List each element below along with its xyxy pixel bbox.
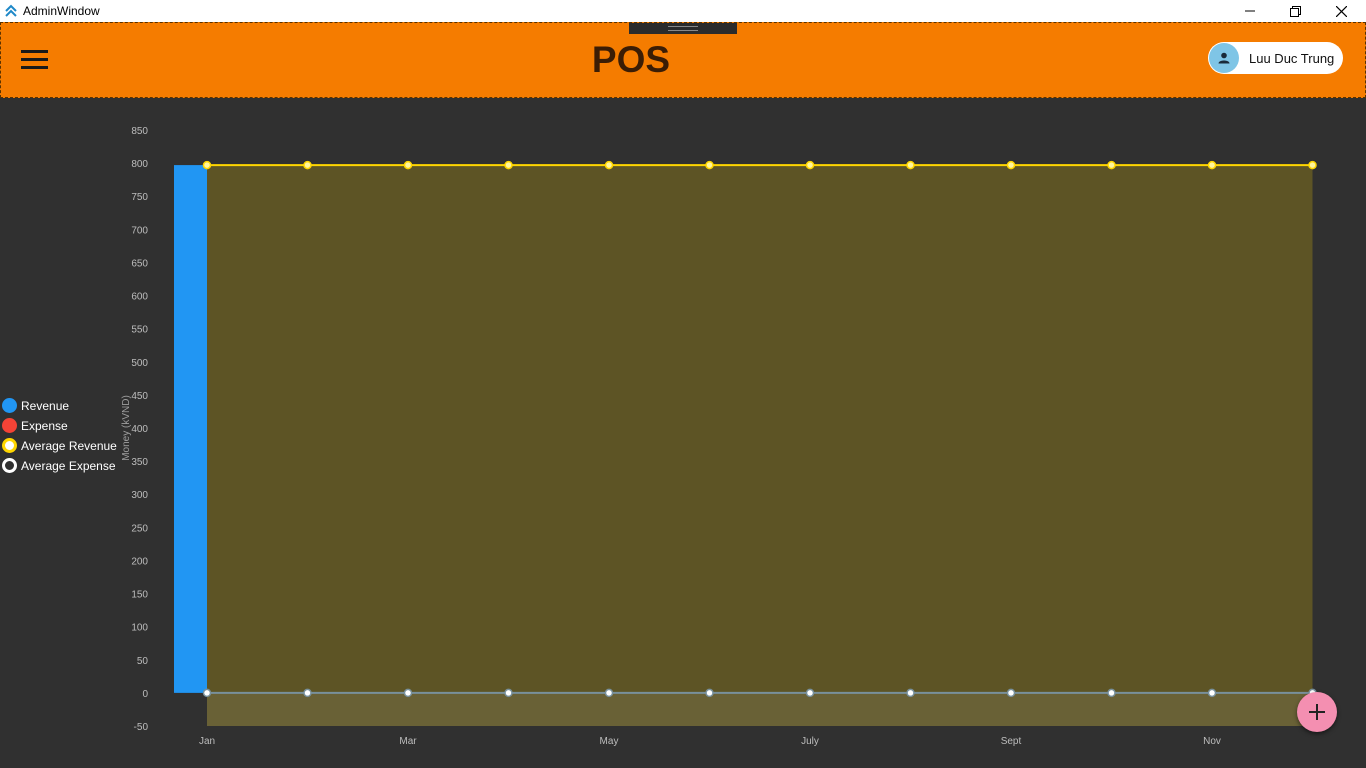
y-tick-label: 0	[142, 689, 148, 700]
y-tick-label: 300	[131, 490, 148, 501]
point-average-expense	[1207, 688, 1217, 698]
minimize-icon	[1245, 10, 1255, 12]
point-average-revenue	[805, 160, 815, 170]
hamburger-menu-icon	[21, 50, 48, 69]
drag-handle[interactable]	[629, 23, 737, 34]
x-tick-label: Mar	[399, 736, 417, 747]
chevrons-up-icon	[5, 4, 17, 17]
app-header: POS Luu Duc Trung	[0, 22, 1366, 98]
y-tick-label: 600	[131, 292, 148, 303]
point-average-revenue	[906, 160, 915, 170]
point-average-revenue	[1308, 160, 1317, 170]
restore-icon	[1289, 5, 1301, 17]
restore-button[interactable]	[1272, 0, 1318, 22]
y-tick-label: 800	[131, 159, 148, 170]
point-average-revenue	[303, 160, 312, 170]
y-tick-label: 450	[131, 391, 148, 402]
point-average-expense	[805, 688, 815, 698]
x-tick-label: Jan	[199, 736, 215, 747]
y-tick-label: 150	[131, 590, 148, 601]
point-average-revenue	[604, 160, 614, 170]
y-tick-label: 500	[131, 358, 148, 369]
x-tick-label: July	[801, 736, 819, 747]
point-average-expense	[705, 688, 714, 698]
point-average-expense	[303, 688, 312, 698]
point-average-revenue	[705, 160, 714, 170]
y-tick-label: 700	[131, 225, 148, 236]
point-average-revenue	[1107, 160, 1116, 170]
x-tick-label: Sept	[1001, 736, 1022, 747]
y-tick-label: 100	[131, 623, 148, 634]
point-average-expense	[202, 688, 212, 698]
y-tick-label: 650	[131, 258, 148, 269]
y-tick-label: 550	[131, 325, 148, 336]
x-tick-label: Nov	[1203, 736, 1221, 747]
plus-icon	[1309, 704, 1325, 720]
revenue-expense-chart: 8508007507006506005505004504003503002502…	[121, 126, 1317, 747]
hamburger-menu-button[interactable]	[19, 48, 51, 72]
area-average-expense	[207, 692, 1313, 726]
point-average-expense	[504, 688, 513, 698]
point-average-expense	[604, 688, 614, 698]
point-average-expense	[1006, 688, 1016, 698]
x-tick-label: May	[600, 736, 619, 747]
add-button[interactable]	[1297, 692, 1337, 732]
area-average-revenue	[207, 165, 1313, 726]
point-average-expense	[1107, 688, 1116, 698]
close-button[interactable]	[1318, 0, 1364, 22]
minimize-button[interactable]	[1227, 0, 1273, 22]
y-tick-label: 400	[131, 424, 148, 435]
point-average-revenue	[1207, 160, 1217, 170]
y-tick-label: 350	[131, 457, 148, 468]
point-average-revenue	[202, 160, 212, 170]
window-title: AdminWindow	[23, 4, 100, 18]
y-tick-label: 750	[131, 192, 148, 203]
avatar	[1209, 43, 1239, 73]
point-average-expense	[906, 688, 915, 698]
point-average-revenue	[1006, 160, 1016, 170]
chart-bars	[174, 165, 207, 693]
y-axis-labels: 8508007507006506005505004504003503002502…	[131, 126, 148, 733]
person-icon	[1218, 52, 1230, 64]
chart-area-fills	[207, 165, 1313, 726]
x-axis-labels: Jan Mar May July Sept Nov	[199, 736, 1221, 747]
point-average-revenue	[504, 160, 513, 170]
close-icon	[1335, 5, 1347, 17]
point-average-expense	[403, 688, 413, 698]
page-title: POS	[591, 39, 671, 80]
window-title-bar: AdminWindow	[0, 0, 1366, 22]
bar-revenue-jan	[174, 165, 207, 693]
y-tick-label: 50	[137, 656, 149, 667]
y-axis-title: Money (kVND)	[121, 395, 132, 461]
y-tick-label: -50	[134, 722, 149, 733]
point-average-revenue	[403, 160, 413, 170]
y-tick-label: 200	[131, 556, 148, 567]
y-tick-label: 250	[131, 523, 148, 534]
user-name: Luu Duc Trung	[1249, 51, 1335, 66]
y-tick-label: 850	[131, 126, 148, 137]
user-account-button[interactable]: Luu Duc Trung	[1208, 42, 1343, 74]
